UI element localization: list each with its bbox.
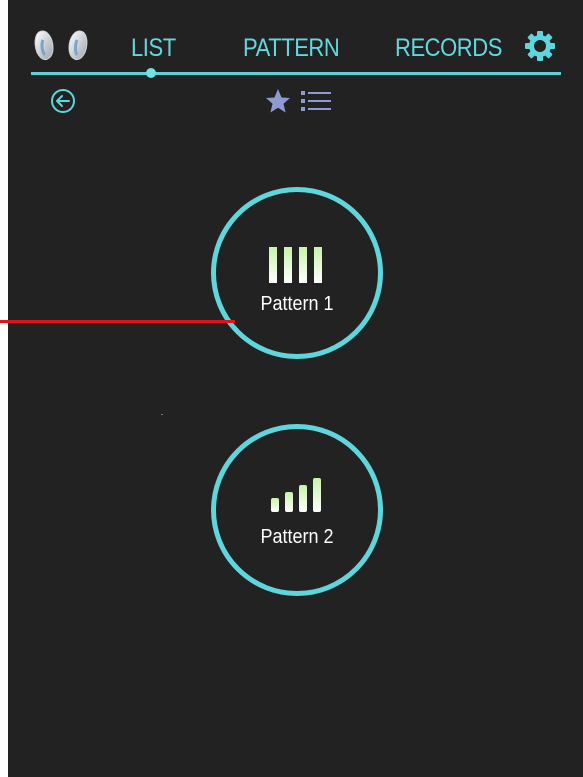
screen-speck (161, 414, 163, 415)
gear-icon[interactable] (524, 30, 556, 62)
app-screen (8, 0, 583, 777)
back-arrow-icon[interactable] (50, 88, 76, 114)
tab-indicator-track (31, 72, 561, 75)
ascending-bars-icon (271, 478, 321, 512)
annotation-pointer-line (0, 320, 235, 323)
star-icon[interactable] (265, 88, 291, 114)
equal-bars-icon (269, 247, 322, 283)
tab-pattern[interactable]: PATTERN (243, 34, 340, 63)
tab-indicator-dot (146, 68, 156, 78)
earbuds-icon (34, 30, 88, 61)
pattern-2-label: Pattern 2 (260, 526, 334, 548)
tab-records[interactable]: RECORDS (395, 34, 502, 63)
tab-list[interactable]: LIST (131, 34, 176, 63)
pattern-1-label: Pattern 1 (260, 293, 334, 315)
list-icon[interactable] (301, 90, 331, 112)
pattern-1-button[interactable]: Pattern 1 (211, 187, 383, 359)
pattern-2-button[interactable]: Pattern 2 (211, 424, 383, 596)
